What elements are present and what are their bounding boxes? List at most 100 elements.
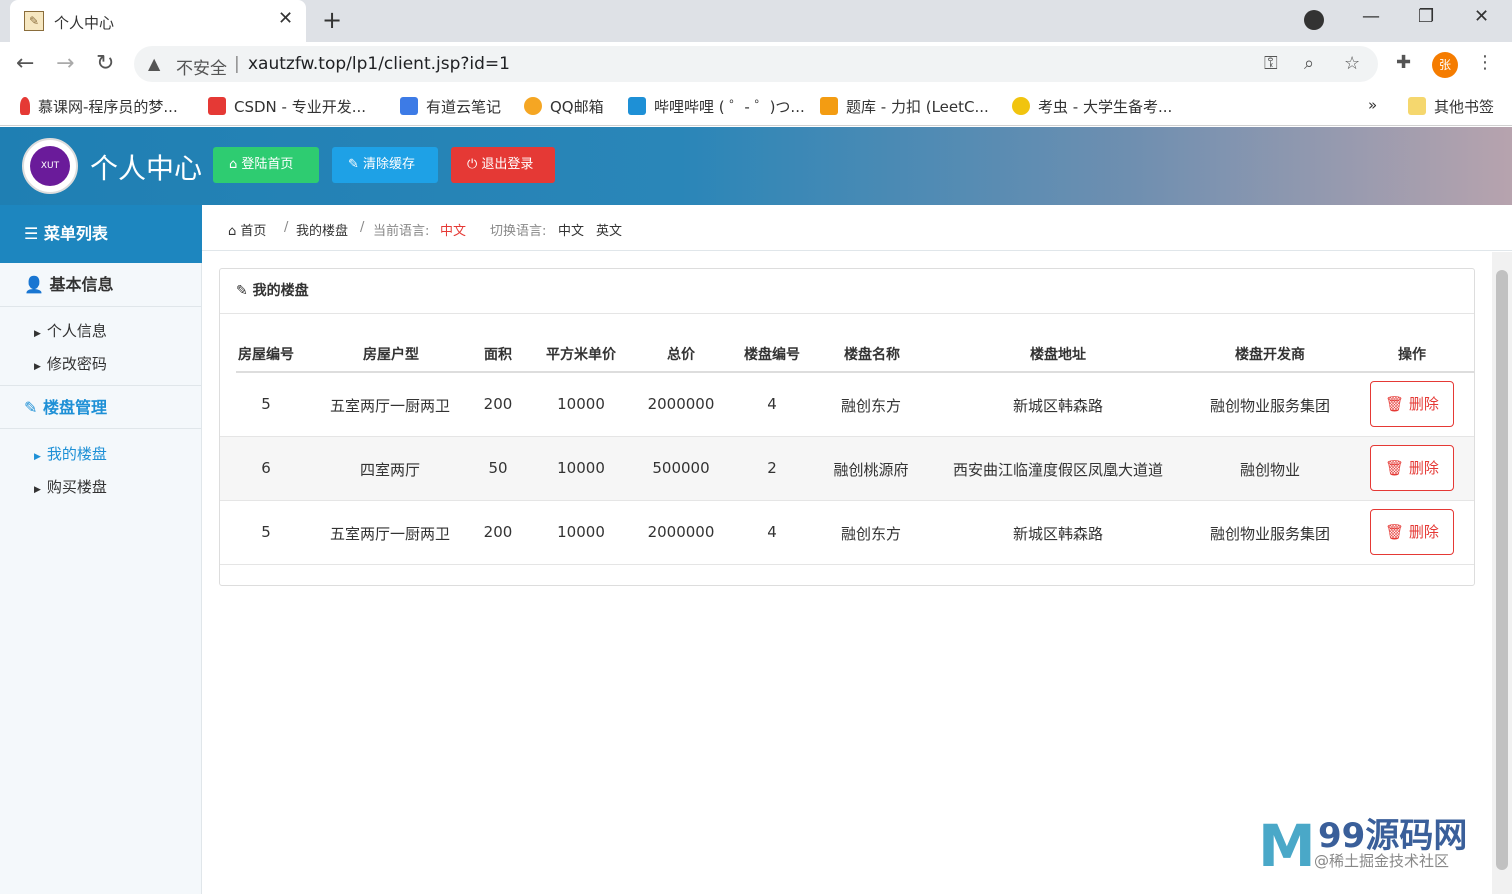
caret-right-icon: ▶ (34, 485, 41, 495)
cell-layout: 四室两厅 (359, 461, 420, 479)
scrollbar-thumb[interactable] (1496, 270, 1508, 870)
bookmarks-bar: 慕课网-程序员的梦... CSDN - 专业开发... 有道云笔记 QQ邮箱 哔… (0, 86, 1512, 126)
sidebar-item-my-property[interactable]: ▶ 我的楼盘 (34, 443, 107, 464)
cell-estate-id: 2 (767, 459, 777, 477)
language-chinese-link[interactable]: 中文 (558, 220, 584, 239)
delete-button[interactable]: 🗑 删除 (1370, 381, 1454, 427)
sidebar-section-basic-info[interactable]: 👤 基本信息 (0, 263, 202, 307)
warning-icon: ▲ (148, 54, 161, 73)
star-icon[interactable]: ☆ (1344, 53, 1360, 74)
logo-emblem: XUT (30, 146, 70, 186)
delete-button[interactable]: 🗑 删除 (1370, 445, 1454, 491)
other-bookmarks[interactable]: 其他书签 (1408, 96, 1494, 117)
sidebar-item-profile[interactable]: ▶ 个人信息 (34, 320, 107, 341)
page-title: 个人中心 (90, 152, 203, 185)
table-row: 6 四室两厅 50 10000 500000 2 融创桃源府 西安曲江临潼度假区… (220, 437, 1474, 501)
zoom-icon[interactable]: ⌕ (1304, 53, 1314, 74)
bookmark-item[interactable]: QQ邮箱 (524, 96, 604, 117)
clear-cache-button[interactable]: ✎ 清除缓存 (332, 147, 438, 183)
cell-estate-name: 融创东方 (840, 397, 901, 415)
bookmarks-more-icon[interactable]: » (1368, 96, 1377, 114)
close-window-icon[interactable]: ✕ (1474, 6, 1489, 27)
language-english-link[interactable]: 英文 (596, 220, 622, 239)
forward-icon[interactable]: → (56, 51, 74, 76)
key-icon[interactable]: ⚿ (1264, 53, 1278, 74)
csdn-icon (208, 97, 226, 115)
watermark-subtext: @稀土掘金技术社区 (1314, 852, 1450, 870)
delete-button[interactable]: 🗑 删除 (1370, 509, 1454, 555)
switch-language-label: 切换语言: (490, 224, 547, 239)
column-header: 房屋户型 (363, 347, 419, 363)
back-icon[interactable]: ← (16, 51, 34, 76)
logout-button[interactable]: ⏻ 退出登录 (451, 147, 555, 183)
column-header: 楼盘名称 (844, 347, 900, 363)
cell-estate-name: 融创桃源府 (833, 461, 909, 479)
breadcrumb-separator: / (360, 220, 365, 235)
breadcrumb-home[interactable]: ⌂ 首页 (228, 220, 266, 239)
cell-estate-name: 融创东方 (840, 525, 901, 543)
folder-icon (1408, 97, 1426, 115)
home-icon: ⌂ (229, 157, 242, 172)
cell-developer: 融创物业服务集团 (1209, 397, 1330, 415)
reload-icon[interactable]: ↻ (96, 51, 114, 76)
cell-unit-price: 10000 (557, 459, 605, 477)
column-header: 楼盘开发商 (1235, 347, 1305, 363)
cell-developer: 融创物业服务集团 (1209, 525, 1330, 543)
url-text[interactable]: xautzfw.top/lp1/client.jsp?id=1 (248, 54, 510, 74)
minimize-icon[interactable]: — (1362, 6, 1380, 27)
home-button[interactable]: ⌂ 登陆首页 (213, 147, 319, 183)
wrench-icon: ✎ (348, 157, 364, 172)
new-tab-button[interactable]: + (322, 6, 342, 34)
cell-layout: 五室两厅一厨两卫 (330, 525, 451, 543)
column-header: 楼盘编号 (744, 347, 800, 363)
mail-icon (524, 97, 542, 115)
column-header: 房屋编号 (238, 347, 294, 363)
sidebar-item-change-password[interactable]: ▶ 修改密码 (34, 353, 107, 374)
watermark: M 99源码网 @稀土掘金技术社区 (1258, 804, 1508, 880)
column-header: 总价 (667, 347, 695, 363)
bookmark-item[interactable]: 慕课网-程序员的梦... (20, 96, 178, 117)
column-header: 面积 (484, 347, 512, 363)
sidebar-item-buy-property[interactable]: ▶ 购买楼盘 (34, 476, 107, 497)
menu-header: ☰ 菜单列表 (0, 205, 202, 263)
bookmark-item[interactable]: 哔哩哔哩 ( ゜- ゜)つ... (628, 96, 805, 117)
watermark-logo: M (1258, 812, 1316, 880)
cell-area: 50 (488, 459, 508, 477)
browser-tab[interactable]: ✎ 个人中心 ✕ (10, 0, 306, 42)
cell-unit-price: 10000 (557, 523, 605, 541)
cell-total-price: 500000 (652, 459, 710, 477)
current-language-label: 当前语言: (373, 224, 430, 239)
cell-estate-id: 4 (767, 395, 777, 413)
list-icon: ☰ (24, 224, 44, 243)
tab-title: 个人中心 (54, 14, 115, 32)
sidebar-section-property[interactable]: ✎ 楼盘管理 (0, 385, 202, 429)
cell-estate-address: 新城区韩森路 (1012, 525, 1103, 543)
trash-icon: 🗑 (1385, 459, 1409, 477)
cell-estate-id: 4 (767, 523, 777, 541)
column-header: 楼盘地址 (1030, 347, 1086, 363)
bug-icon (1012, 97, 1030, 115)
bookmark-item[interactable]: CSDN - 专业开发... (208, 96, 366, 117)
extensions-icon[interactable]: ✚ (1396, 52, 1411, 73)
cell-estate-address: 新城区韩森路 (1012, 397, 1103, 415)
profile-menu-icon[interactable] (1304, 10, 1324, 30)
tab-close-icon[interactable]: ✕ (278, 8, 293, 29)
school-logo: XUT (22, 138, 78, 194)
avatar[interactable]: 张 (1432, 52, 1458, 78)
bookmark-item[interactable]: 有道云笔记 (400, 96, 501, 117)
cell-area: 200 (483, 395, 513, 413)
page-scrollbar[interactable] (1492, 252, 1512, 894)
leetcode-icon (820, 97, 838, 115)
menu-dots-icon[interactable]: ⋮ (1476, 52, 1494, 73)
edit-icon: ✎ (24, 398, 43, 417)
bookmark-item[interactable]: 题库 - 力扣 (LeetC... (820, 96, 989, 117)
breadcrumb-separator: / (284, 220, 289, 235)
restore-icon[interactable]: ❐ (1418, 6, 1434, 27)
trash-icon: 🗑 (1385, 523, 1409, 541)
address-bar[interactable]: ▲ 不安全 | xautzfw.top/lp1/client.jsp?id=1 … (134, 46, 1378, 82)
bookmark-item[interactable]: 考虫 - 大学生备考... (1012, 96, 1172, 117)
power-icon: ⏻ (467, 157, 482, 172)
table-row: 5 五室两厅一厨两卫 200 10000 2000000 4 融创东方 新城区韩… (220, 373, 1474, 437)
browser-tabstrip: ✎ 个人中心 ✕ + — ❐ ✕ (0, 0, 1512, 42)
current-language-value: 中文 (440, 224, 467, 239)
